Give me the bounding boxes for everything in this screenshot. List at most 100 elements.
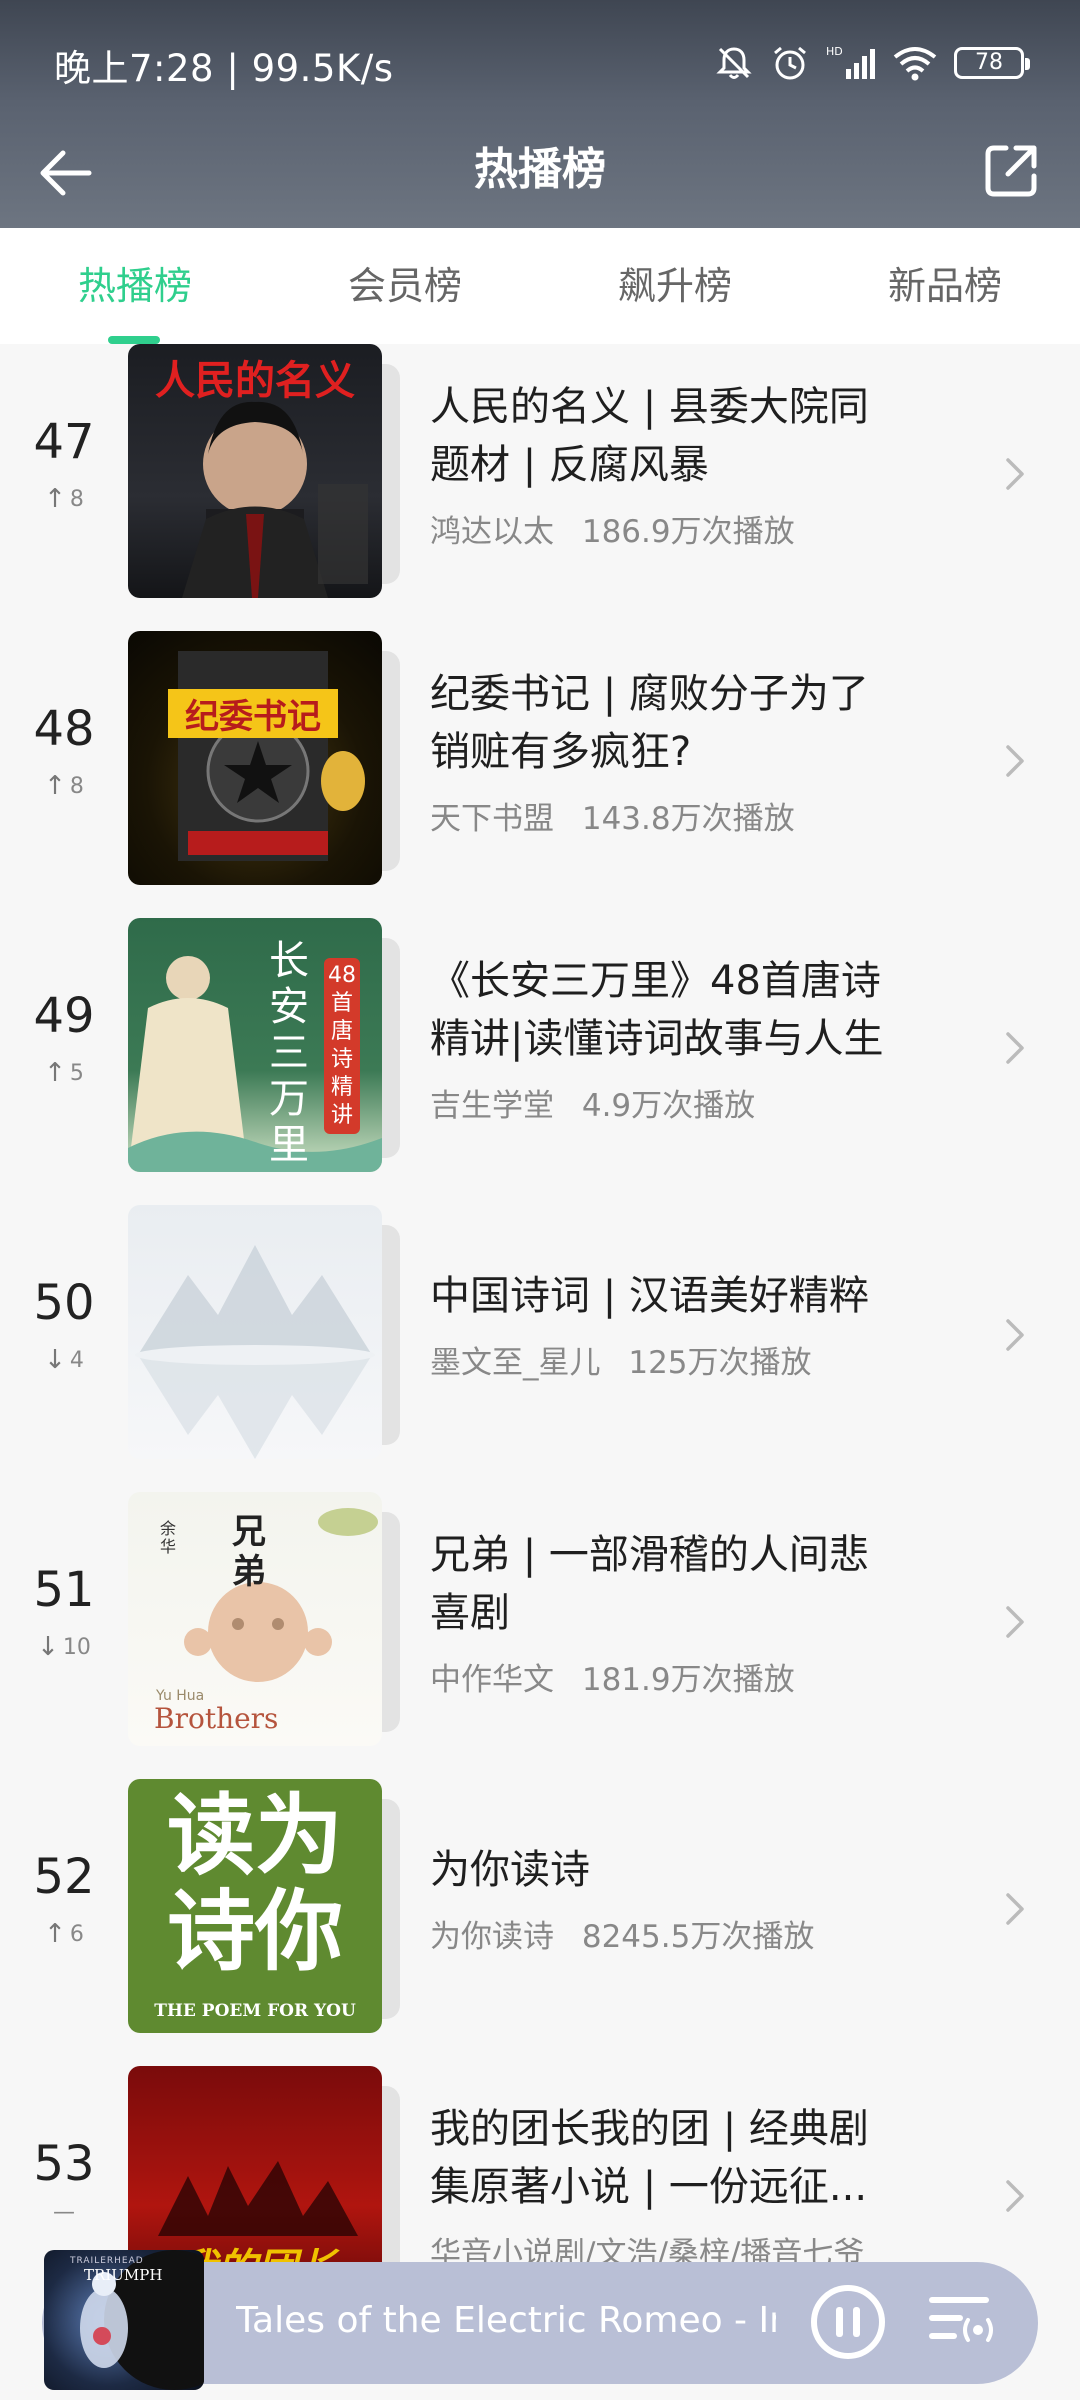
- list-item[interactable]: 52 ↑ 6 读为 诗你 THE POEM FOR YOU 为你读诗 为你读诗 …: [0, 1779, 1080, 2066]
- rank-number: 49: [33, 988, 95, 1044]
- chevron-right-icon: [1006, 1319, 1024, 1351]
- playlist-icon[interactable]: [926, 2290, 996, 2350]
- cover-image: 兄弟 余华 Yu Hua Brothers: [128, 1492, 382, 1746]
- cover-title-top: 读为: [166, 1783, 343, 1887]
- item-info: 《长安三万里》48首唐诗 精讲|读懂诗词故事与人生 吉生学堂 4.9万次播放: [430, 952, 950, 1125]
- list-item[interactable]: 49 ↑ 5 长安三万里 48首唐诗精讲 《长安三万里》48首唐诗 精讲|读懂诗…: [0, 918, 1080, 1205]
- share-external-icon: [985, 145, 1037, 197]
- trend-down-icon: ↓: [44, 1345, 66, 1375]
- item-meta: 中作华文 181.9万次播放: [430, 1654, 950, 1699]
- rank-number: 52: [33, 1849, 95, 1905]
- page-title: 热播榜: [474, 144, 606, 195]
- item-meta: 墨文至_星儿 125万次播放: [430, 1337, 950, 1382]
- chevron-right-icon: [1006, 745, 1024, 777]
- item-meta: 为你读诗 8245.5万次播放: [430, 1911, 950, 1956]
- svg-text:HD: HD: [826, 45, 843, 58]
- chart-tabs: 热播榜 会员榜 飙升榜 新品榜: [0, 228, 1080, 344]
- rank-change-value: 8: [69, 486, 84, 512]
- item-plays: 181.9万次播放: [581, 1662, 795, 1698]
- cover-en-title: THE POEM FOR YOU: [154, 2001, 356, 2021]
- rank-change: ↑ 6: [0, 1919, 128, 1949]
- rank-change-value: 6: [69, 1921, 84, 1947]
- now-playing-title: Tales of the Electric Romeo - Imr: [236, 2300, 776, 2341]
- cover-author: 余华: [160, 1519, 177, 1556]
- item-plays: 8245.5万次播放: [581, 1919, 815, 1955]
- list-item[interactable]: 48 ↑ 8 纪委书记 纪委书记 | 腐败分子为了 销赃有多疯狂? 天下书盟 1…: [0, 631, 1080, 918]
- item-title-line1: 兄弟 | 一部滑稽的人间悲: [430, 1532, 869, 1578]
- item-info: 我的团长我的团 | 经典剧 集原著小说 | 一份远征... 华音小说剧/文浩/桑…: [430, 2100, 950, 2273]
- pause-button[interactable]: [808, 2282, 888, 2362]
- network-speed: 99.5K/s: [251, 47, 394, 90]
- item-info: 纪委书记 | 腐败分子为了 销赃有多疯狂? 天下书盟 143.8万次播放: [430, 665, 950, 838]
- rank-change: ↓ 4: [0, 1345, 128, 1375]
- rank-change-value: 8: [69, 773, 84, 799]
- item-plays: 186.9万次播放: [581, 514, 795, 550]
- chevron-right-icon: [1006, 1606, 1024, 1638]
- cover-title: 纪委书记: [168, 689, 338, 738]
- item-info: 中国诗词 | 汉语美好精粹 墨文至_星儿 125万次播放: [430, 1267, 950, 1382]
- cover-wrap: 纪委书记: [128, 631, 400, 887]
- trend-up-icon: ↑: [44, 1919, 66, 1949]
- rank-number: 51: [33, 1562, 95, 1618]
- tab-rising[interactable]: 飙升榜: [540, 228, 810, 344]
- title-bar: 热播榜: [0, 120, 1080, 220]
- item-author: 鸿达以太: [430, 514, 554, 550]
- item-title-line1: 人民的名义 | 县委大院同: [430, 384, 869, 430]
- rank-change: ↑ 8: [0, 771, 128, 801]
- item-title-line1: 纪委书记 | 腐败分子为了: [430, 671, 869, 717]
- rank-number: 50: [33, 1275, 95, 1331]
- cover-wrap: 兄弟 余华 Yu Hua Brothers: [128, 1492, 400, 1748]
- list-item[interactable]: 50 ↓ 4 中国诗词 | 汉语美好精粹 墨文至_星儿 125万次播放: [0, 1205, 1080, 1492]
- cover-title: 人民的名义: [155, 357, 355, 404]
- item-plays: 125万次播放: [628, 1345, 812, 1381]
- share-button[interactable]: [976, 136, 1046, 206]
- cover-image: 长安三万里 48首唐诗精讲: [128, 918, 382, 1172]
- list-item[interactable]: 51 ↓ 10 兄弟 余华 Yu Hua Brothers 兄弟 | 一部滑稽的…: [0, 1492, 1080, 1779]
- cover-art: [135, 1245, 375, 1459]
- chevron-right-icon: [1006, 1032, 1024, 1064]
- item-info: 为你读诗 为你读诗 8245.5万次播放: [430, 1841, 950, 1956]
- item-plays: 143.8万次播放: [581, 801, 795, 837]
- rank-change: ↑ 8: [0, 484, 128, 514]
- item-title-line2: 集原著小说 | 一份远征...: [430, 2164, 868, 2210]
- wifi-icon: [893, 47, 937, 81]
- cover-image: 读为 诗你 THE POEM FOR YOU: [128, 1779, 382, 2033]
- rank-change-value: 10: [62, 1634, 91, 1660]
- tab-member[interactable]: 会员榜: [270, 228, 540, 344]
- rank-change: —: [0, 2200, 128, 2225]
- tab-new[interactable]: 新品榜: [810, 228, 1080, 344]
- cover-title: 长安三万里: [269, 938, 309, 1168]
- tab-hot[interactable]: 热播榜: [0, 228, 270, 344]
- list-item[interactable]: 47 ↑ 8 人民的名义 人民的名义 | 县委大院同 题材 | 反腐风暴 鸿达以…: [0, 344, 1080, 631]
- item-author: 吉生学堂: [430, 1088, 554, 1124]
- chevron-right-icon: [1006, 2180, 1024, 2212]
- item-plays: 4.9万次播放: [581, 1088, 756, 1124]
- rank-number: 48: [33, 701, 95, 757]
- cover-wrap: 读为 诗你 THE POEM FOR YOU: [128, 1779, 400, 2035]
- item-title-line1: 《长安三万里》48首唐诗: [430, 958, 881, 1004]
- item-title-line1: 为你读诗: [430, 1847, 590, 1893]
- trend-up-icon: ↑: [44, 1058, 66, 1088]
- cover-art: [178, 651, 365, 861]
- active-tab-indicator: [108, 336, 160, 344]
- battery-indicator: 78: [954, 47, 1030, 79]
- item-info: 兄弟 | 一部滑稽的人间悲 喜剧 中作华文 181.9万次播放: [430, 1526, 950, 1699]
- rank-change: ↑ 5: [0, 1058, 128, 1088]
- mute-bell-icon: [716, 47, 752, 79]
- rank-change: ↓ 10: [0, 1632, 128, 1662]
- chevron-right-icon: [1006, 1893, 1024, 1925]
- item-title-line2: 销赃有多疯狂?: [430, 729, 692, 775]
- player-cover[interactable]: TRAILERHEAD TRIUMPH: [44, 2250, 204, 2390]
- clock: 晚上7:28: [54, 47, 215, 90]
- cover-image: 人民的名义: [128, 344, 382, 598]
- item-author: 墨文至_星儿: [430, 1345, 601, 1381]
- item-meta: 鸿达以太 186.9万次播放: [430, 506, 950, 551]
- item-author: 天下书盟: [430, 801, 554, 837]
- item-meta: 吉生学堂 4.9万次播放: [430, 1080, 950, 1125]
- cover-image: 纪委书记: [128, 631, 382, 885]
- chevron-right-icon: [1006, 458, 1024, 490]
- item-title-line2: 题材 | 反腐风暴: [430, 442, 709, 488]
- player-cover-title: TRIUMPH: [84, 2266, 163, 2284]
- alarm-icon: [774, 46, 806, 80]
- cover-title-bottom: 诗你: [166, 1879, 343, 1983]
